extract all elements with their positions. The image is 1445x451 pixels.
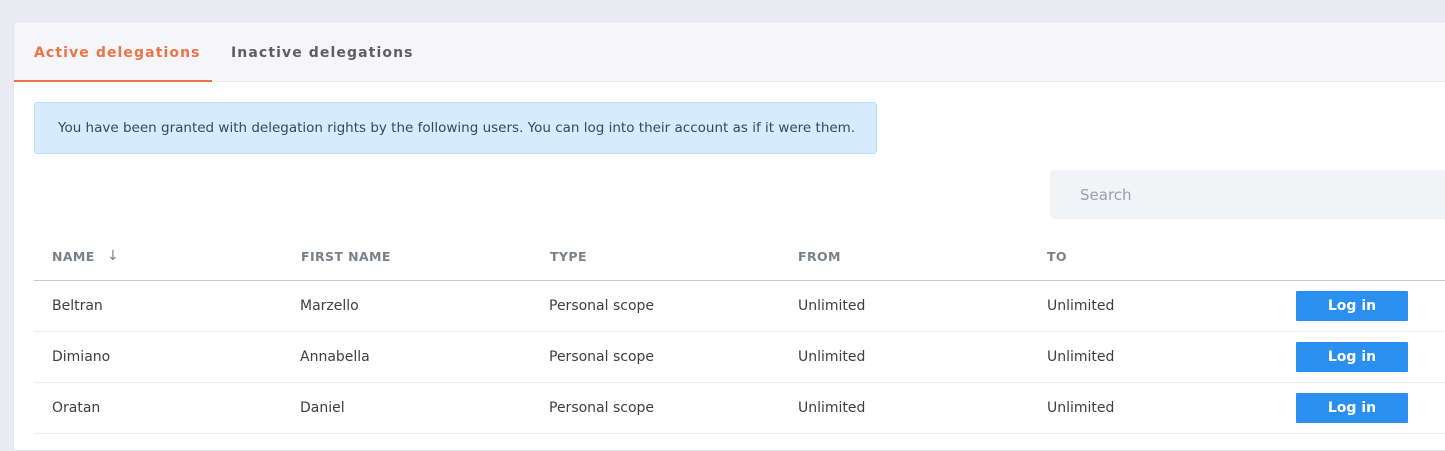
- table-row: Beltran Marzello Personal scope Unlimite…: [34, 281, 1445, 332]
- column-header-first-name[interactable]: FIRST NAME: [301, 249, 391, 264]
- cell-from: Unlimited: [798, 349, 866, 365]
- column-header-name-label: NAME: [52, 249, 95, 264]
- cell-type: Personal scope: [549, 349, 655, 365]
- cell-name: Oratan: [52, 400, 101, 416]
- cell-first-name: Marzello: [300, 298, 359, 314]
- cell-to: Unlimited: [1047, 400, 1115, 416]
- log-in-button[interactable]: Log in: [1296, 291, 1408, 321]
- cell-to: Unlimited: [1047, 349, 1115, 365]
- tab-inactive-delegations[interactable]: Inactive delegations: [231, 22, 414, 82]
- info-alert-text: You have been granted with delegation ri…: [58, 120, 856, 136]
- cell-from: Unlimited: [798, 298, 866, 314]
- cell-first-name: Annabella: [300, 349, 370, 365]
- active-tab-indicator: [14, 80, 212, 82]
- search-input[interactable]: [1050, 170, 1445, 219]
- cell-type: Personal scope: [549, 400, 655, 416]
- arrow-down-icon[interactable]: ↓: [107, 248, 119, 264]
- cell-name: Dimiano: [52, 349, 111, 365]
- cell-type: Personal scope: [549, 298, 655, 314]
- column-header-type[interactable]: TYPE: [550, 249, 587, 264]
- column-header-from[interactable]: FROM: [798, 249, 841, 264]
- cell-name: Beltran: [52, 298, 103, 314]
- delegations-card: Active delegations Inactive delegations …: [13, 21, 1445, 451]
- tab-active-delegations[interactable]: Active delegations: [34, 22, 201, 82]
- column-header-to[interactable]: TO: [1047, 249, 1067, 264]
- cell-to: Unlimited: [1047, 298, 1115, 314]
- cell-from: Unlimited: [798, 400, 866, 416]
- table-header: NAME ↓ FIRST NAME TYPE FROM TO: [34, 240, 1445, 281]
- cell-first-name: Daniel: [300, 400, 345, 416]
- tab-bar: Active delegations Inactive delegations: [14, 22, 1445, 82]
- info-alert: You have been granted with delegation ri…: [34, 102, 877, 154]
- table-row: Oratan Daniel Personal scope Unlimited U…: [34, 383, 1445, 434]
- table-row: Dimiano Annabella Personal scope Unlimit…: [34, 332, 1445, 383]
- log-in-button[interactable]: Log in: [1296, 393, 1408, 423]
- column-header-name[interactable]: NAME: [52, 249, 95, 264]
- log-in-button[interactable]: Log in: [1296, 342, 1408, 372]
